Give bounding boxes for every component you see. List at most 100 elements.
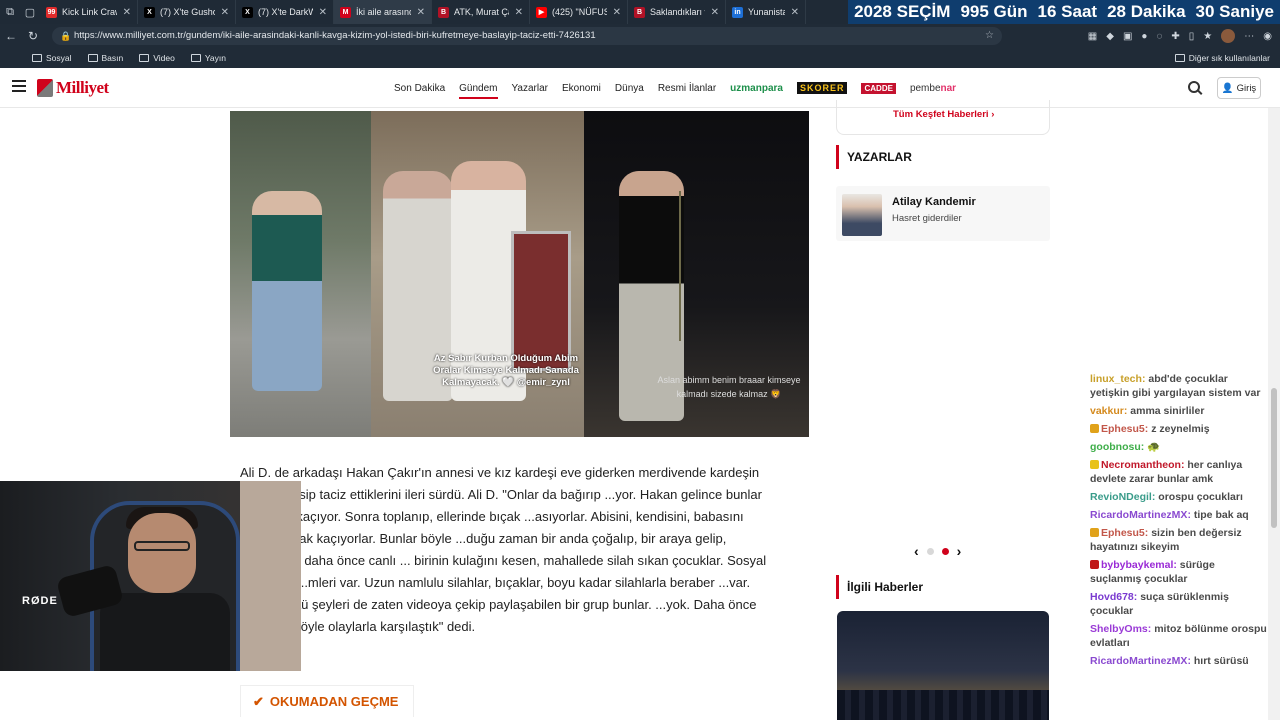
chat-text: tipe bak aq [1193,509,1249,521]
extension-icon[interactable]: ▣ [1123,31,1132,42]
tab-close-icon[interactable]: ✕ [123,7,131,18]
chat-message: bybybaykemal: sürüge suçlanmış çocuklar [1090,559,1215,585]
extensions-puzzle-icon[interactable]: ✚ [1171,31,1179,42]
chat-username: vakkur [1090,405,1124,417]
browser-tab[interactable]: M İki aile arasındaki ✕ [334,0,432,24]
chat-message: RevioNDegil: orospu çocukları [1090,491,1243,503]
carousel-dot[interactable] [926,547,934,555]
writer-carousel-controls: ‹ › [914,543,961,559]
browser-tab[interactable]: B ATK, Murat Çakı ✕ [432,0,530,24]
folder-icon [32,54,42,62]
url-text: https://www.milliyet.com.tr/gundem/iki-a… [74,30,596,41]
related-news-image[interactable] [837,611,1049,720]
writer-card[interactable]: Atilay Kandemir Hasret giderdiler [836,186,1050,241]
writer-name: Atilay Kandemir [892,196,976,208]
nav-yazarlar[interactable]: Yazarlar [512,83,549,94]
bookmark-folder[interactable]: Sosyal [32,53,72,63]
carousel-dot-active[interactable] [941,547,949,555]
chat-username: Ephesu5 [1101,527,1145,539]
bookmark-folder[interactable]: Yayın [190,53,226,63]
profile-avatar[interactable] [1221,29,1236,43]
chat-message: goobnosu: 🐢 [1090,441,1161,453]
tab-favicon-icon: M [340,6,351,18]
folder-icon [139,54,150,62]
cadde-link[interactable]: CADDE [861,82,896,94]
chat-badge-icon [1090,460,1099,469]
extension-icon[interactable]: ◆ [1106,31,1114,42]
tab-favicon-icon: 99 [46,6,57,18]
user-icon: 👤 [1221,82,1234,94]
tab-actions-icon[interactable]: ▢ [20,0,40,24]
tum-kesfet-link[interactable]: Tüm Keşfet Haberleri › [893,109,994,120]
browser-tab[interactable]: 99 Kick Link Crawle ✕ [40,0,138,24]
chat-username: Hovd678 [1090,591,1134,603]
chat-username: ShelbyOms [1090,623,1148,635]
chat-message: RicardoMartinezMX: hırt sürüsü [1090,655,1249,667]
chat-message: RicardoMartinezMX: tipe bak aq [1090,509,1249,521]
tab-close-icon[interactable]: ✕ [613,7,621,18]
search-icon[interactable] [1188,81,1200,93]
article-body: Ali D. de arkadaşı Hakan Çakır'ın annesi… [240,465,767,634]
workspaces-icon[interactable]: ⧉ [0,0,20,24]
scrollbar-thumb[interactable] [1271,388,1277,528]
extension-icon[interactable]: ◌ [1156,31,1162,42]
photo-caption-right: Aslan abimm benim braaar kimseye kalmadı… [657,375,801,399]
browser-tab[interactable]: B Saklandıkları vill ✕ [628,0,726,24]
chat-text: z zeynelmiş [1151,423,1210,435]
bookmark-folder[interactable]: Basın [87,53,123,63]
ilgili-haberler-heading: İlgili Haberler [836,575,923,599]
extension-icon[interactable]: ● [1141,31,1147,42]
tab-close-icon[interactable]: ✕ [221,7,229,18]
tab-close-icon[interactable]: ✕ [711,7,719,18]
browser-tab[interactable]: X (7) X'te Gusholdi ✕ [138,0,236,24]
tab-close-icon[interactable]: ✕ [319,7,327,18]
nav-ekonomi[interactable]: Ekonomi [562,83,601,94]
chat-text: amma sinirliler [1130,405,1205,417]
tab-favicon-icon: X [242,6,253,18]
uzmanpara-link[interactable]: uzmanpara [730,83,783,94]
hamburger-menu-icon[interactable] [12,80,26,92]
bookmark-folder[interactable]: Video [139,53,175,63]
tab-close-icon[interactable]: ✕ [417,7,425,18]
chat-message: Ephesu5: sizin ben değersiz hayatınızı s… [1090,527,1242,553]
tab-title: Saklandıkları vill [650,7,705,17]
favorites-icon[interactable]: ★ [1203,31,1212,42]
chevron-right-icon[interactable]: › [957,543,962,559]
tab-title: Yunanistan, İsp [748,7,785,17]
tab-close-icon[interactable]: ✕ [515,7,523,18]
browser-tab[interactable]: ▶ (425) "NÜFUS M ✕ [530,0,628,24]
nav-resmi-ilanlar[interactable]: Resmi İlanlar [658,83,716,94]
extension-icon[interactable]: ▦ [1088,31,1097,42]
copilot-icon[interactable]: ◉ [1263,31,1272,42]
more-menu-icon[interactable]: ⋯ [1244,31,1254,42]
chat-username: goobnosu [1090,441,1141,453]
page-scrollbar[interactable] [1268,108,1280,720]
photo-caption-middle: Az Sabır Kurban Olduğum Abim Oralar Kims… [433,353,579,388]
login-button[interactable]: 👤 Giriş [1217,77,1261,99]
url-field[interactable]: 🔒 https://www.milliyet.com.tr/gundem/iki… [52,27,1002,45]
tab-favicon-icon: ▶ [536,6,547,18]
favorite-star-icon[interactable]: ☆ [985,27,994,45]
tab-close-icon[interactable]: ✕ [791,7,799,18]
pembenar-link[interactable]: pembenar [910,83,956,94]
lock-icon: 🔒 [60,31,72,41]
browser-tab[interactable]: in Yunanistan, İsp ✕ [726,0,806,24]
tab-favicon-icon: in [732,6,743,18]
chevron-left-icon[interactable]: ‹ [914,543,919,559]
other-bookmarks[interactable]: Diğer sık kullanılanlar [1174,48,1270,68]
browser-tab[interactable]: X (7) X'te DarkWeb ✕ [236,0,334,24]
nav-gundem[interactable]: Gündem [459,83,498,99]
nav-dunya[interactable]: Dünya [615,83,644,94]
nav-son-dakika[interactable]: Son Dakika [394,83,445,94]
milliyet-logo[interactable]: Milliyet [37,77,109,99]
back-icon[interactable]: ← [0,29,22,43]
tab-favicon-icon: B [634,6,645,18]
tab-title: (7) X'te DarkWeb [258,7,313,17]
logo-mark-icon [37,79,53,97]
skorer-link[interactable]: SKORER [796,82,848,94]
split-screen-icon[interactable]: ▯ [1189,31,1195,42]
mic-brand-label: RØDE [22,595,58,607]
chat-badge-icon [1090,528,1099,537]
refresh-icon[interactable]: ↻ [22,29,44,43]
bookmarks-bar: Sosyal Basın Video Yayın Diğer sık kulla… [0,48,1280,68]
